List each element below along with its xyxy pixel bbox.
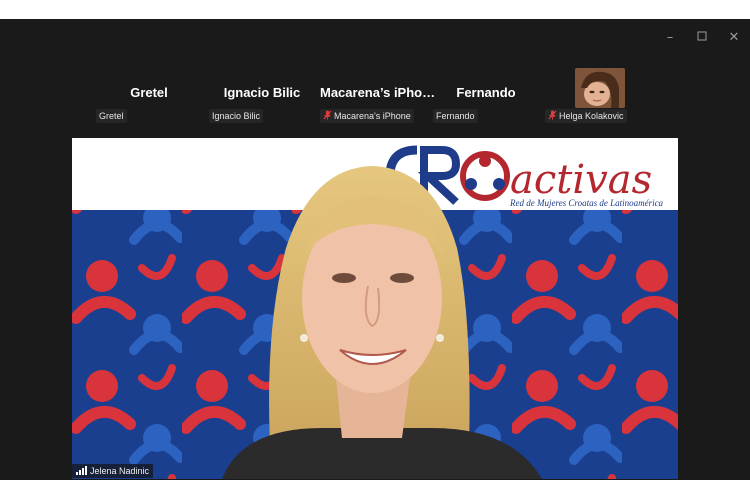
participant-label: Macarena's iPhone [320,109,414,123]
participant-name: Gretel [130,85,168,100]
close-icon[interactable]: ✕ [724,29,744,47]
participant-tile[interactable]: Fernando Fernando [433,68,539,128]
participant-tile[interactable]: Ignacio Bilic Ignacio Bilic [209,68,315,128]
svg-text:Red de Mujeres Croatas de Lati: Red de Mujeres Croatas de Latinoamérica [509,198,664,208]
participant-label: Ignacio Bilic [209,109,264,123]
active-speaker-video[interactable]: activas Red de Mujeres Croatas de Latino… [72,138,678,479]
participant-label: Gretel [96,109,127,123]
participant-strip: Gretel Gretel Ignacio Bilic Ignacio Bili… [0,68,750,128]
svg-text:activas: activas [510,157,652,203]
participant-tile[interactable]: Helga Kolakovic [545,68,651,128]
participant-name: Ignacio Bilic [223,85,301,100]
participant-label: Helga Kolakovic [545,109,627,123]
muted-mic-icon [323,110,332,120]
participant-tile[interactable]: Gretel Gretel [96,68,202,128]
participant-label: Fernando [433,109,478,123]
participant-name: Fernando [456,85,516,100]
signal-bars-icon [76,466,87,475]
muted-mic-icon [548,110,557,120]
participant-tile[interactable]: Macarena’s iPho… Macarena's iPhone [320,68,436,128]
participant-avatar [575,68,625,108]
speaker-name-label: Jelena Nadinic [72,464,154,478]
virtual-background: activas Red de Mujeres Croatas de Latino… [72,138,678,479]
minimize-icon[interactable]: – [660,29,680,47]
participant-name: Macarena’s iPho… [320,85,436,100]
maximize-icon[interactable] [692,29,712,47]
